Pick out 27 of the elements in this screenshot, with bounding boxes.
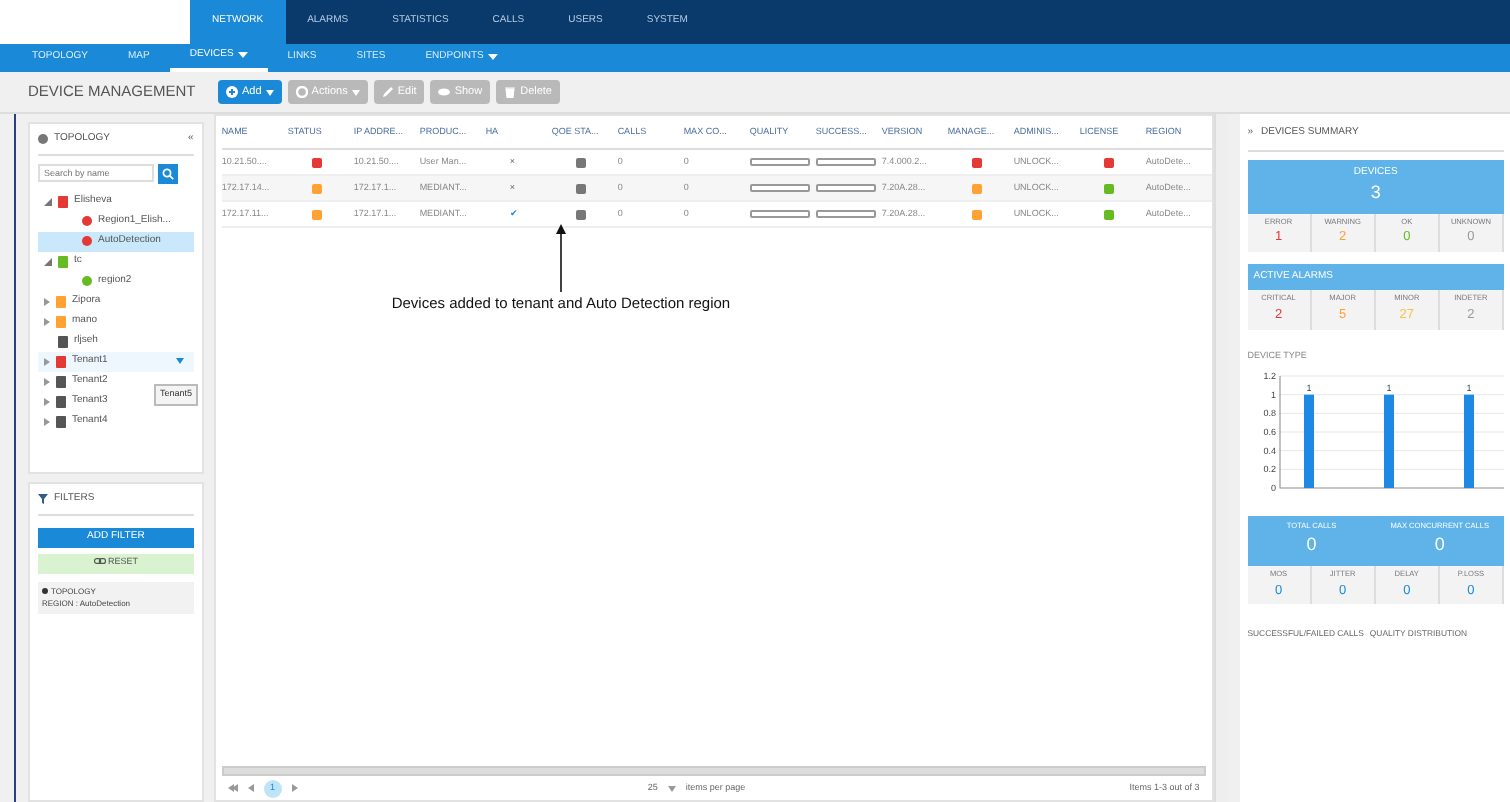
search-icon [162, 167, 174, 179]
bar [1463, 393, 1474, 488]
caret-icon [351, 89, 360, 95]
pin-icon [42, 588, 48, 594]
next-page-icon [291, 784, 298, 792]
link-icon [93, 558, 106, 565]
search-button[interactable] [158, 163, 178, 183]
caret-icon [265, 89, 274, 95]
tile-value: 0 [1304, 532, 1319, 559]
arrow-icon [555, 224, 566, 292]
bar [1383, 393, 1394, 488]
plus-icon [226, 86, 238, 98]
globe-icon [38, 134, 48, 145]
caret-icon [175, 358, 184, 364]
bar [1303, 393, 1314, 488]
first-page-icon [227, 784, 238, 792]
caret-icon [237, 52, 248, 60]
filter-icon [38, 494, 48, 505]
caret-icon [487, 54, 498, 62]
caret-icon [667, 785, 676, 791]
pencil-icon [381, 86, 394, 98]
horizontal-scrollbar[interactable] [221, 766, 1206, 776]
eye-icon [438, 86, 451, 98]
tile-value: 0 [1432, 532, 1447, 559]
trash-icon [504, 86, 517, 98]
previous-page-icon [247, 784, 254, 792]
tile-value: 3 [1368, 180, 1383, 206]
